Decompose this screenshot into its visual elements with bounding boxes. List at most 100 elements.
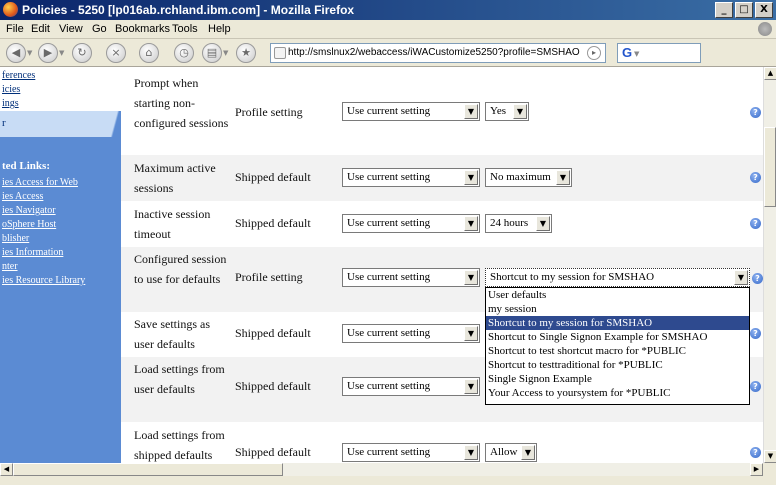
- print-dropdown-icon[interactable]: ▼: [223, 49, 228, 57]
- dropdown-option[interactable]: Your Access to yoursystem for *PUBLIC: [486, 386, 749, 400]
- chevron-down-icon[interactable]: ▼: [464, 216, 478, 231]
- value-select[interactable]: No maximum ▼: [485, 168, 572, 187]
- setting-select[interactable]: Use current setting ▼: [342, 377, 480, 396]
- vertical-scrollbar[interactable]: ▲ ▼: [763, 67, 776, 463]
- policy-source: Shipped default: [235, 326, 311, 340]
- dropdown-option[interactable]: Shortcut to Single Signon Example for SM…: [486, 330, 749, 344]
- chevron-down-icon[interactable]: ▼: [464, 104, 478, 119]
- forward-history-dropdown-icon[interactable]: ▼: [59, 49, 64, 57]
- dropdown-option-selected[interactable]: Shortcut to my session for SMSHAO: [486, 316, 749, 330]
- help-icon[interactable]: ?: [752, 273, 763, 284]
- session-select[interactable]: Shortcut to my session for SMSHAO ▼: [485, 268, 750, 287]
- menu-file[interactable]: File: [6, 23, 24, 35]
- chevron-down-icon[interactable]: ▼: [556, 170, 570, 185]
- setting-select[interactable]: Use current setting ▼: [342, 443, 480, 462]
- related-link[interactable]: ies Access: [2, 191, 43, 202]
- horizontal-scroll-thumb[interactable]: [13, 463, 283, 476]
- address-bar[interactable]: http://smslnux2/webaccess/iWACustomize52…: [270, 43, 606, 63]
- menu-edit[interactable]: Edit: [31, 23, 50, 35]
- help-icon[interactable]: ?: [750, 328, 761, 339]
- related-link[interactable]: ies Information: [2, 247, 63, 258]
- scroll-left-icon[interactable]: ◀: [0, 463, 13, 476]
- sidebar-item-policies[interactable]: icies: [2, 84, 20, 95]
- dropdown-option[interactable]: my session: [486, 302, 749, 316]
- menu-help[interactable]: Help: [208, 23, 231, 35]
- related-link[interactable]: ies Resource Library: [2, 275, 85, 286]
- value-select[interactable]: Allow ▼: [485, 443, 537, 462]
- reload-icon[interactable]: ↻: [72, 43, 92, 63]
- setting-select[interactable]: Use current setting ▼: [342, 324, 480, 343]
- go-icon[interactable]: ▸: [587, 46, 601, 60]
- menu-tools[interactable]: Tools: [172, 23, 198, 35]
- navigation-toolbar: ◀ ▼ ▶ ▼ ↻ × ⌂ ◷ ▤ ▼ ★ http://smslnux2/we…: [0, 39, 776, 67]
- back-history-dropdown-icon[interactable]: ▼: [27, 49, 32, 57]
- close-button[interactable]: X: [755, 2, 773, 18]
- horizontal-scrollbar[interactable]: ◀ ▶: [0, 463, 776, 485]
- policy-name: Save settings as user defaults: [134, 317, 210, 351]
- policy-source: Profile setting: [235, 270, 303, 284]
- help-icon[interactable]: ?: [750, 172, 761, 183]
- menu-go[interactable]: Go: [92, 23, 107, 35]
- help-icon[interactable]: ?: [750, 218, 761, 229]
- setting-select[interactable]: Use current setting ▼: [342, 214, 480, 233]
- bookmark-icon[interactable]: ★: [236, 43, 256, 63]
- back-icon[interactable]: ◀: [6, 43, 26, 63]
- setting-select[interactable]: Use current setting ▼: [342, 168, 480, 187]
- setting-select-value: Use current setting: [347, 271, 431, 283]
- table-row: Prompt when starting non-configured sess…: [121, 67, 763, 155]
- policy-source: Shipped default: [235, 170, 311, 184]
- related-link[interactable]: oSphere Host: [2, 219, 56, 230]
- scroll-right-icon[interactable]: ▶: [750, 463, 763, 476]
- related-link[interactable]: blisher: [2, 233, 29, 244]
- maximize-button[interactable]: □: [735, 2, 753, 18]
- print-icon[interactable]: ▤: [202, 43, 222, 63]
- minimize-button[interactable]: _: [715, 2, 733, 18]
- search-box[interactable]: G ▼: [617, 43, 701, 63]
- dropdown-option[interactable]: Single Signon Example: [486, 372, 749, 386]
- chevron-down-icon[interactable]: ▼: [734, 270, 748, 285]
- setting-select[interactable]: Use current setting ▼: [342, 268, 480, 287]
- setting-select[interactable]: Use current setting ▼: [342, 102, 480, 121]
- site-icon: [274, 47, 286, 59]
- dropdown-option[interactable]: Shortcut to testtraditional for *PUBLIC: [486, 358, 749, 372]
- forward-icon[interactable]: ▶: [38, 43, 58, 63]
- help-icon[interactable]: ?: [750, 107, 761, 118]
- policy-name: Inactive session timeout: [134, 207, 211, 241]
- chevron-down-icon[interactable]: ▼: [521, 445, 535, 460]
- sidebar-item-preferences[interactable]: ferences: [2, 70, 35, 81]
- policy-name: Configured session to use for defaults: [134, 252, 227, 286]
- dropdown-option[interactable]: User defaults: [486, 288, 749, 302]
- help-icon[interactable]: ?: [750, 447, 761, 458]
- related-link[interactable]: ies Access for Web: [2, 177, 78, 188]
- menu-view[interactable]: View: [59, 23, 83, 35]
- chevron-down-icon[interactable]: ▼: [513, 104, 527, 119]
- chevron-down-icon[interactable]: ▼: [464, 270, 478, 285]
- chevron-down-icon[interactable]: ▼: [464, 445, 478, 460]
- dropdown-option[interactable]: Shortcut to test shortcut macro for *PUB…: [486, 344, 749, 358]
- related-link[interactable]: ies Navigator: [2, 205, 56, 216]
- chevron-down-icon[interactable]: ▼: [464, 170, 478, 185]
- policy-source: Profile setting: [235, 105, 303, 119]
- google-icon[interactable]: G: [622, 45, 632, 60]
- history-icon[interactable]: ◷: [174, 43, 194, 63]
- chevron-down-icon[interactable]: ▼: [464, 326, 478, 341]
- sidebar-current-tab[interactable]: r: [0, 111, 110, 137]
- url-text[interactable]: http://smslnux2/webaccess/iWACustomize52…: [288, 47, 580, 58]
- menu-bookmarks[interactable]: Bookmarks: [115, 23, 170, 35]
- value-select[interactable]: 24 hours ▼: [485, 214, 552, 233]
- scroll-down-icon[interactable]: ▼: [764, 450, 776, 463]
- value-select-value: No maximum: [490, 171, 551, 183]
- session-dropdown-list[interactable]: User defaults my session Shortcut to my …: [485, 287, 750, 405]
- sidebar-item-settings[interactable]: ings: [2, 98, 19, 109]
- table-row: Maximum active sessions Shipped default …: [121, 155, 763, 201]
- related-link[interactable]: nter: [2, 261, 18, 272]
- search-engine-dropdown-icon[interactable]: ▼: [634, 50, 639, 58]
- value-select[interactable]: Yes ▼: [485, 102, 529, 121]
- home-icon[interactable]: ⌂: [139, 43, 159, 63]
- chevron-down-icon[interactable]: ▼: [536, 216, 550, 231]
- vertical-scroll-thumb[interactable]: [764, 127, 776, 207]
- help-icon[interactable]: ?: [750, 381, 761, 392]
- chevron-down-icon[interactable]: ▼: [464, 379, 478, 394]
- stop-icon[interactable]: ×: [106, 43, 126, 63]
- scroll-up-icon[interactable]: ▲: [764, 67, 776, 80]
